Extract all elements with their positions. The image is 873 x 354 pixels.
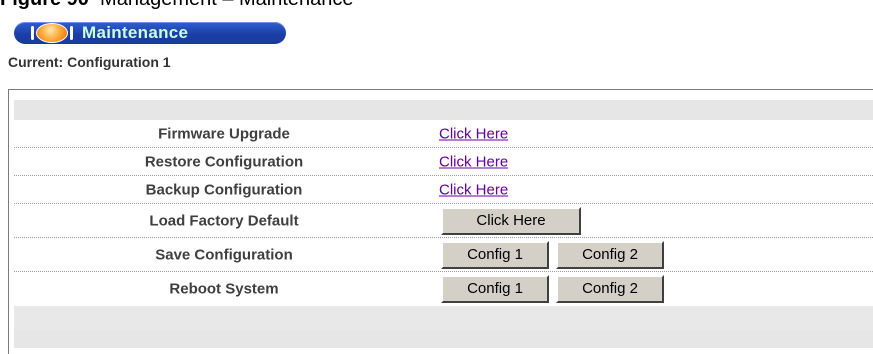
reboot-system-label: Reboot System [169,280,279,298]
reboot-config-2-button[interactable]: Config 2 [556,275,664,303]
row-restore-configuration: Restore Configuration Click Here [14,148,873,176]
backup-configuration-label: Backup Configuration [145,181,303,198]
figure-title: Management – Maintenance [100,0,354,10]
reboot-config-1-button[interactable]: Config 1 [441,275,549,303]
maintenance-panel: Firmware Upgrade Click Here Restore Conf… [14,100,873,348]
panel-bottom-band [14,330,873,348]
page-title: Maintenance [82,23,189,42]
firmware-upgrade-label: Firmware Upgrade [158,125,290,142]
load-factory-default-label: Load Factory Default [149,212,299,229]
save-configuration-label: Save Configuration [155,246,293,263]
divider [8,89,873,90]
left-border [8,89,9,354]
panel-top-band [14,100,873,120]
save-config-2-button[interactable]: Config 2 [556,240,664,269]
current-configuration: Current: Configuration 1 [8,54,171,70]
firmware-upgrade-link[interactable]: Click Here [439,125,508,142]
row-reboot-system: Reboot System Config 1 Config 2 [14,272,873,306]
orb-icon [31,23,73,43]
section-title-bar: Maintenance [14,22,286,44]
save-config-1-button[interactable]: Config 1 [441,240,549,269]
restore-configuration-link[interactable]: Click Here [439,153,508,170]
backup-configuration-link[interactable]: Click Here [439,181,508,198]
row-save-configuration: Save Configuration Config 1 Config 2 [14,238,873,272]
row-backup-configuration: Backup Configuration Click Here [14,176,873,204]
figure-caption: Figure 90 Management – Maintenance [0,0,354,10]
restore-configuration-label: Restore Configuration [144,153,304,170]
row-firmware-upgrade: Firmware Upgrade Click Here [14,120,873,148]
load-factory-default-button[interactable]: Click Here [441,206,581,235]
maintenance-rows: Firmware Upgrade Click Here Restore Conf… [14,120,873,306]
figure-number: Figure 90 [0,0,89,10]
row-load-factory-default: Load Factory Default Click Here [14,204,873,238]
